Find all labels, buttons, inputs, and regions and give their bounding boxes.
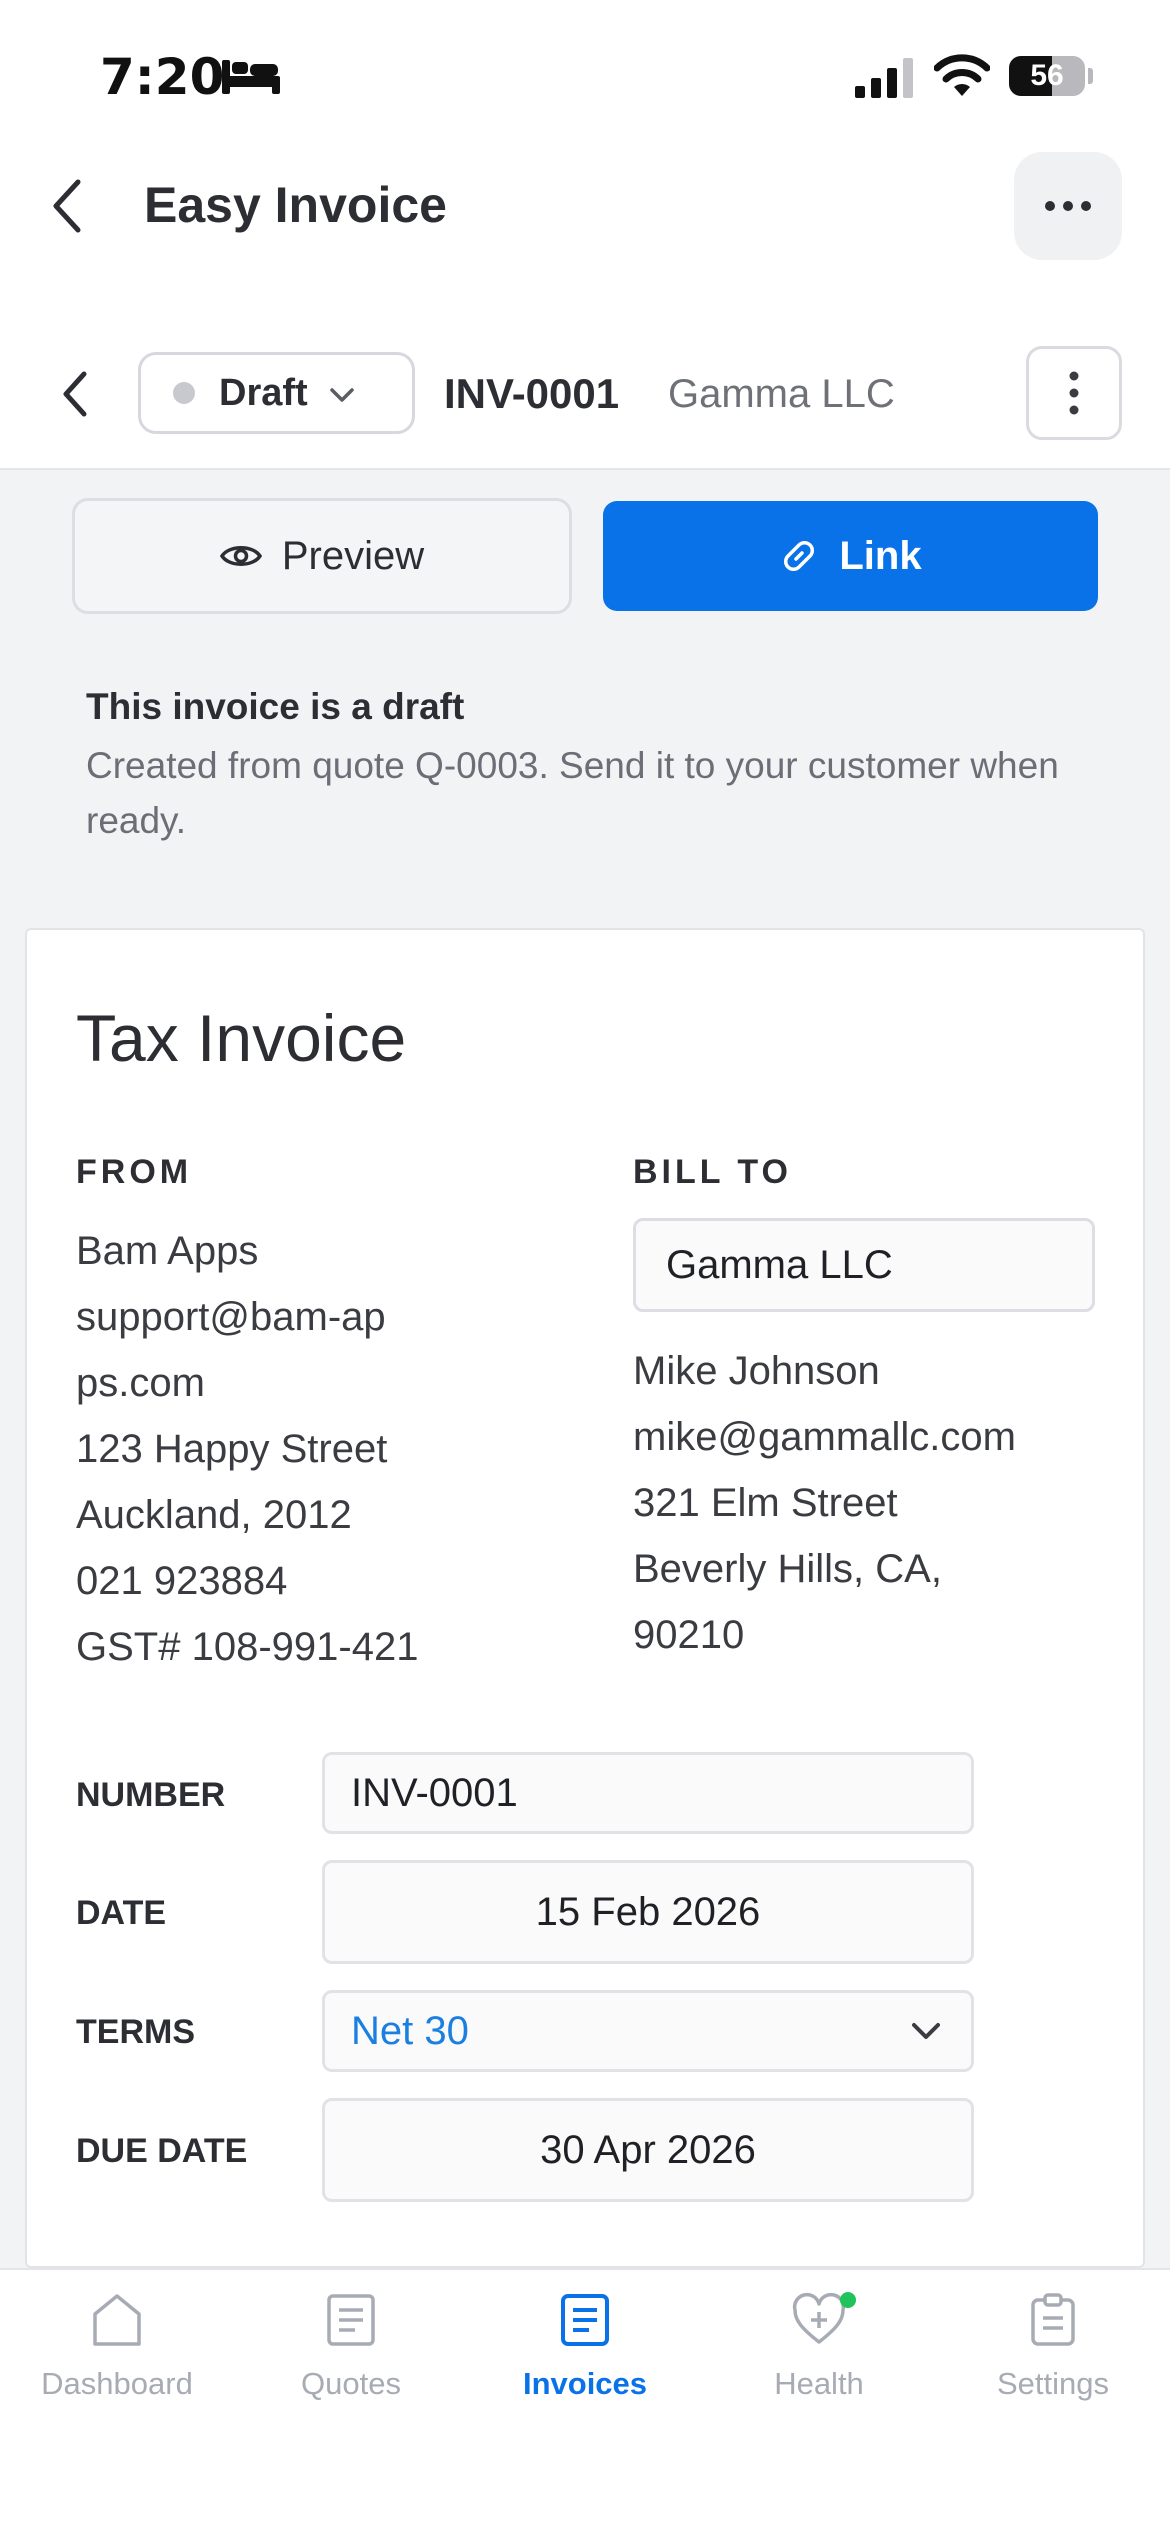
- from-address: 123 Happy Street: [76, 1427, 388, 1471]
- health-badge: [840, 2292, 856, 2308]
- tab-settings-label: Settings: [996, 2366, 1109, 2401]
- invoice-client: Gamma LLC: [668, 372, 895, 416]
- from-name: Bam Apps: [76, 1229, 259, 1273]
- bed-icon: [222, 60, 280, 94]
- tab-invoices[interactable]: Invoices: [468, 2292, 702, 2402]
- draft-notice-title: This invoice is a draft: [86, 686, 465, 727]
- status-time: 7:20: [100, 48, 225, 106]
- invoice-back-icon[interactable]: [60, 370, 90, 418]
- status-label: Draft: [219, 371, 308, 414]
- date-label: DATE: [76, 1894, 167, 1932]
- chevron-down-icon: [329, 388, 354, 402]
- number-input[interactable]: INV-0001: [322, 1752, 974, 1834]
- home-icon: [93, 2294, 141, 2346]
- from-label: FROM: [76, 1153, 193, 1191]
- terms-value: Net 30: [351, 2008, 469, 2053]
- battery-percent: 56: [1030, 59, 1064, 92]
- tab-health[interactable]: Health: [702, 2292, 936, 2402]
- draft-notice-message: Created from quote Q-0003. Send it to yo…: [86, 745, 1059, 841]
- invoice-icon: [561, 2294, 609, 2346]
- from-city: Auckland, 2012: [76, 1493, 352, 1537]
- battery-tip: [1088, 68, 1093, 84]
- link-icon: [784, 540, 815, 572]
- bill-to-address: 321 Elm Street: [633, 1481, 898, 1525]
- date-picker[interactable]: 15 Feb 2026: [322, 1860, 974, 1964]
- bill-to-label: BILL TO: [633, 1153, 792, 1191]
- due-date-label: DUE DATE: [76, 2132, 248, 2170]
- link-label: Link: [839, 533, 922, 578]
- wifi-icon: [934, 54, 990, 96]
- status-dot: [173, 382, 195, 404]
- more-horizontal-icon: [1045, 201, 1091, 211]
- tab-dashboard-label: Dashboard: [41, 2366, 193, 2401]
- signal-icon: [855, 58, 913, 98]
- terms-select[interactable]: Net 30: [322, 1990, 974, 2072]
- from-block: Bam Apps support@bam-apps.com 123 Happy …: [76, 1218, 596, 1680]
- from-phone: 021 923884: [76, 1559, 288, 1603]
- tab-quotes-label: Quotes: [301, 2366, 401, 2401]
- from-email: support@bam-apps.com: [76, 1295, 386, 1405]
- tab-invoices-label: Invoices: [522, 2366, 648, 2401]
- clipboard-icon: [1031, 2293, 1075, 2346]
- preview-button[interactable]: Preview: [72, 498, 572, 614]
- invoice-heading: Tax Invoice: [76, 1001, 407, 1075]
- status-dropdown[interactable]: Draft: [138, 352, 415, 434]
- tab-health-label: Health: [774, 2366, 864, 2401]
- bill-to-email: mike@gammallc.com: [633, 1415, 1016, 1459]
- bill-to-contact: Mike Johnson: [633, 1349, 880, 1393]
- tab-quotes[interactable]: Quotes: [234, 2292, 468, 2402]
- bill-to-company-input[interactable]: Gamma LLC: [633, 1218, 1095, 1312]
- more-vertical-icon: [1069, 371, 1079, 415]
- due-date-picker[interactable]: 30 Apr 2026: [322, 2098, 974, 2202]
- bill-to-block: Mike Johnson mike@gammallc.com 321 Elm S…: [633, 1338, 1133, 1668]
- bill-to-city: Beverly Hills, CA, 90210: [633, 1547, 942, 1657]
- invoice-menu-button[interactable]: [1026, 346, 1122, 440]
- tab-settings[interactable]: Settings: [936, 2292, 1170, 2402]
- from-gst: GST# 108-991-421: [76, 1625, 419, 1669]
- invoice-number: INV-0001: [444, 370, 620, 417]
- heart-plus-icon: [792, 2292, 846, 2344]
- back-arrow-icon[interactable]: [50, 178, 84, 234]
- more-options-button[interactable]: [1014, 152, 1122, 260]
- battery-indicator: 56: [1009, 56, 1085, 96]
- page-title: Easy Invoice: [144, 177, 447, 233]
- preview-label: Preview: [281, 533, 425, 578]
- eye-icon: [219, 546, 262, 566]
- link-button[interactable]: Link: [603, 501, 1098, 611]
- chevron-down-icon: [912, 2023, 940, 2039]
- tab-dashboard[interactable]: Dashboard: [0, 2292, 234, 2402]
- terms-label: TERMS: [76, 2013, 195, 2051]
- number-label: NUMBER: [76, 1776, 226, 1814]
- document-icon: [327, 2294, 375, 2346]
